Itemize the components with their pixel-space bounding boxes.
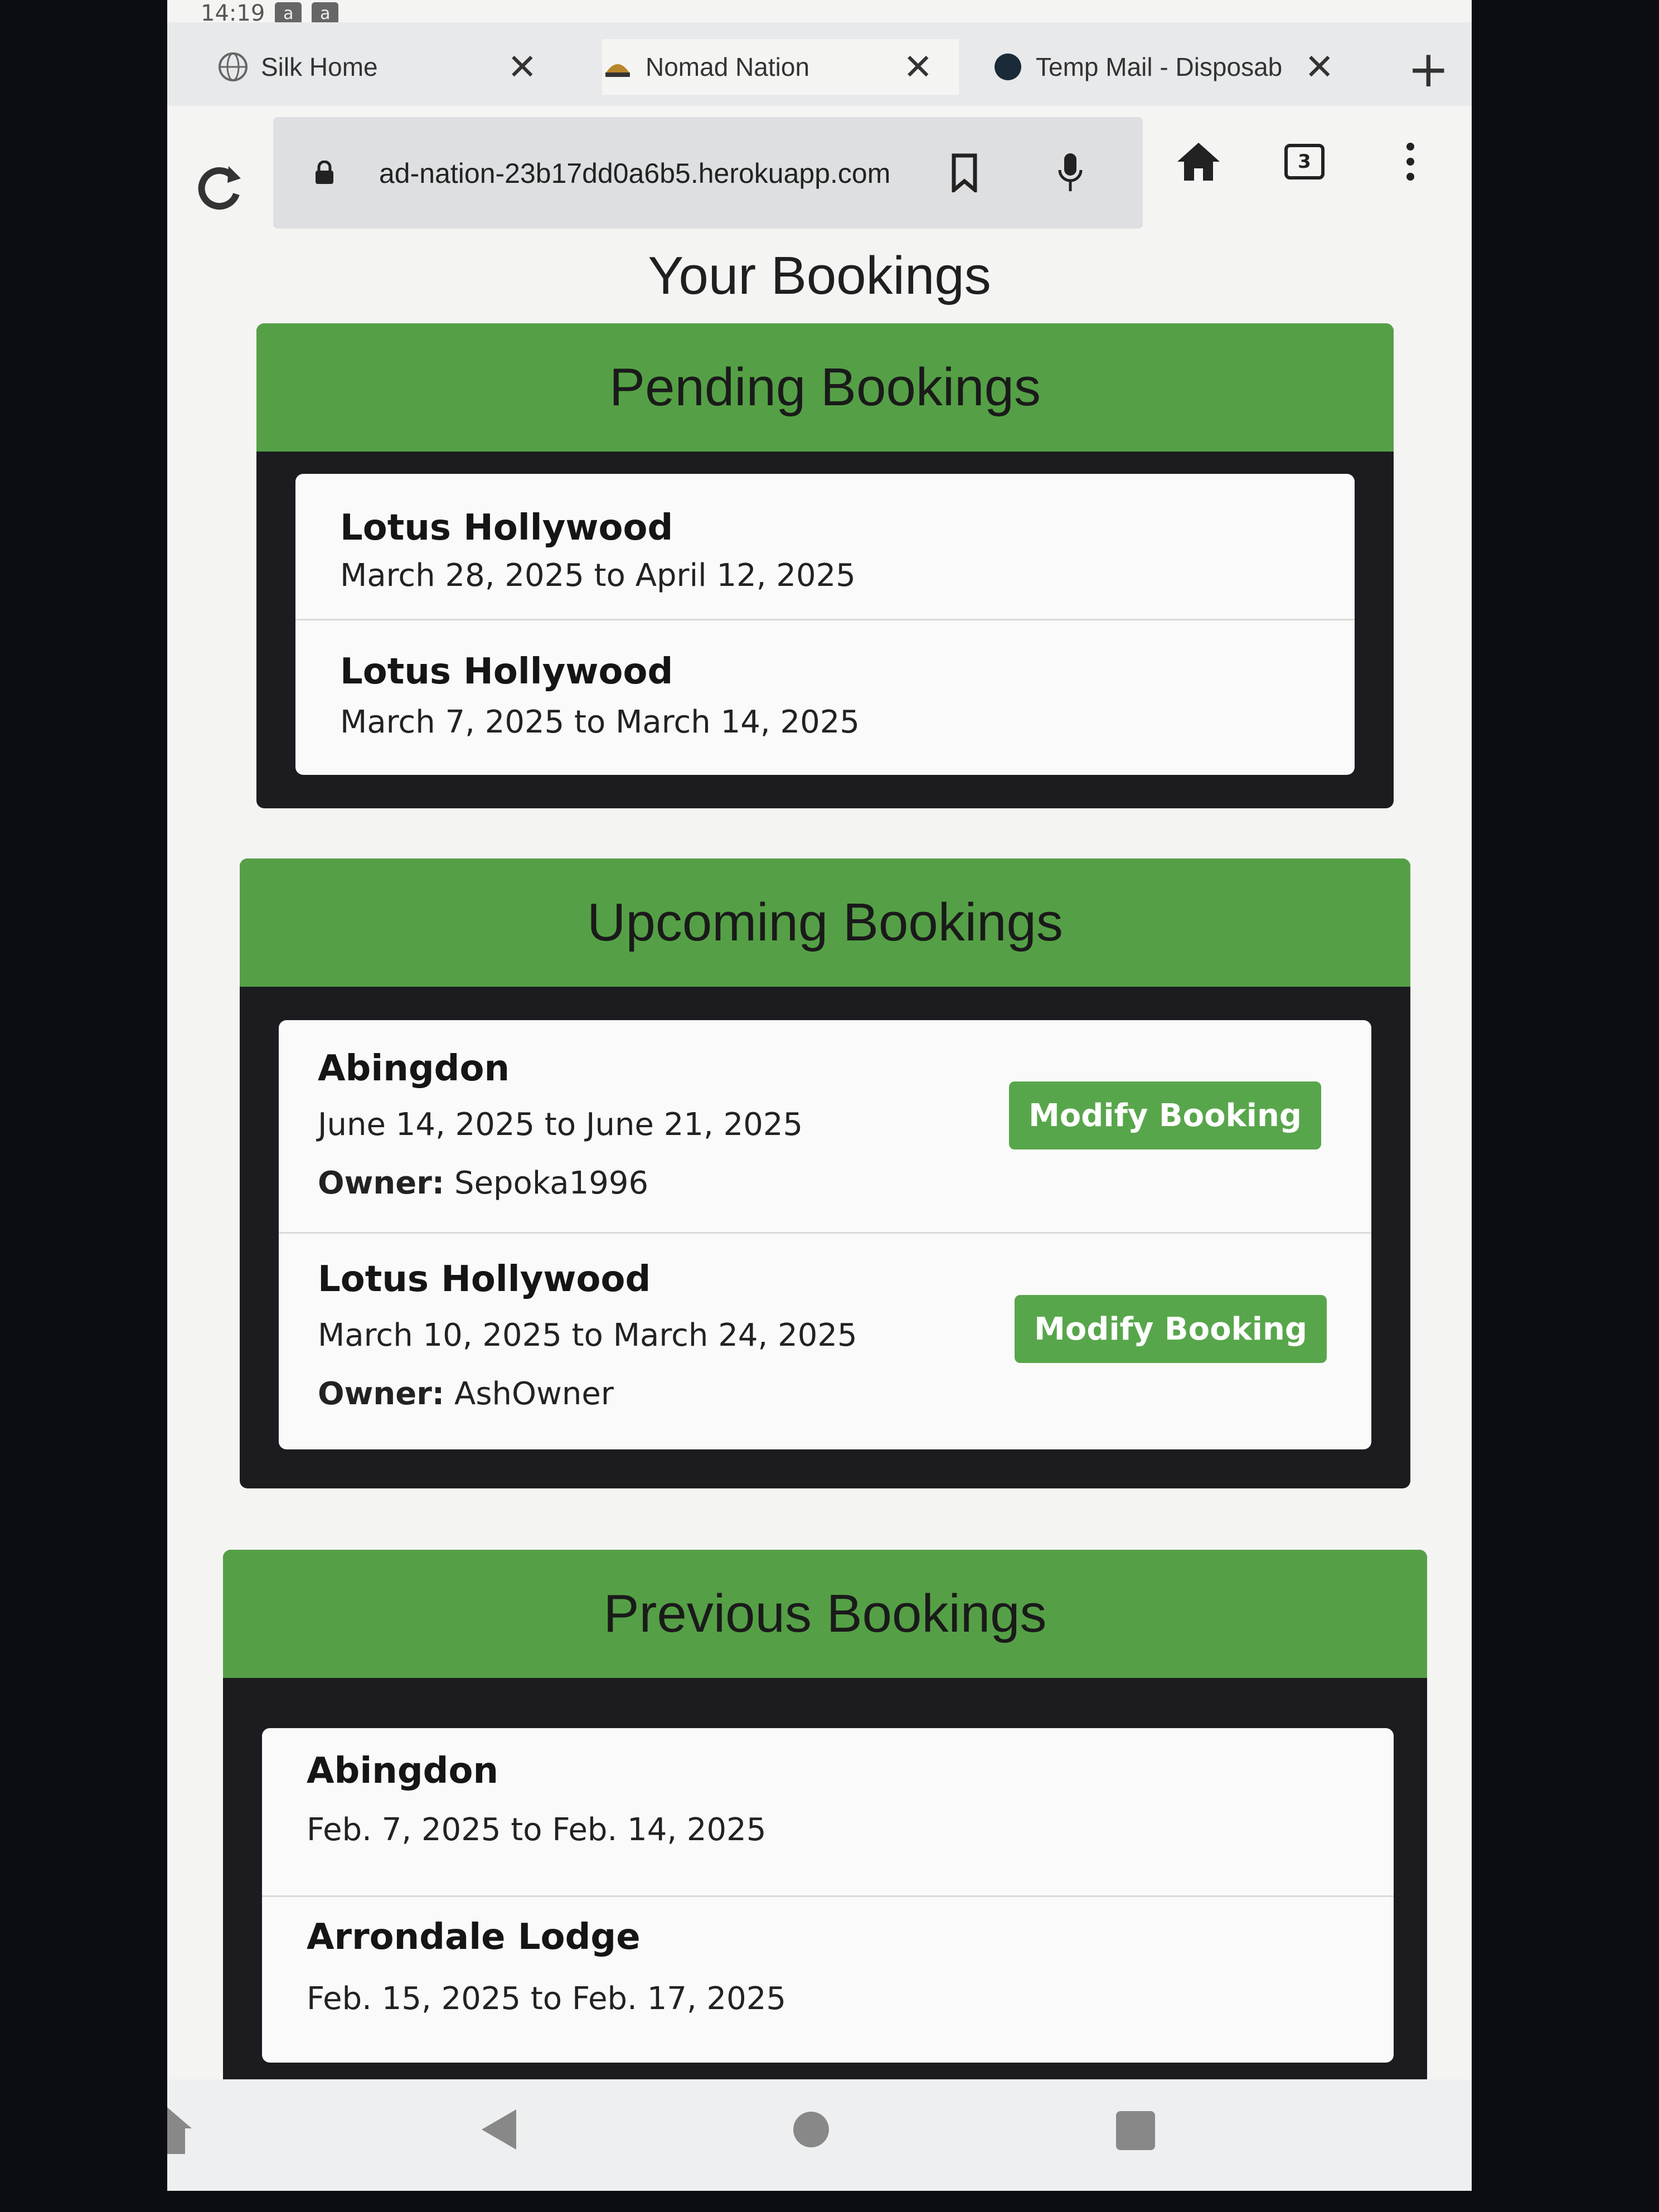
booking-dates: Feb. 7, 2025 to Feb. 14, 2025: [307, 1812, 767, 1848]
owner-name: AshOwner: [454, 1376, 614, 1412]
plus-icon[interactable]: +: [1408, 45, 1449, 95]
close-icon[interactable]: ✕: [1304, 46, 1335, 88]
owner-line: Owner: AshOwner: [318, 1376, 614, 1412]
booking-dates: March 10, 2025 to March 24, 2025: [318, 1317, 857, 1354]
list-item[interactable]: Lotus Hollywood March 28, 2025 to April …: [295, 474, 1355, 619]
modify-booking-button[interactable]: Modify Booking: [1009, 1081, 1321, 1149]
tabs-icon[interactable]: 3: [1282, 139, 1327, 184]
page-title: Your Bookings: [648, 246, 991, 305]
list-item: Lotus Hollywood March 10, 2025 to March …: [279, 1234, 1371, 1449]
device-screen: 14:19 a a Silk Home ✕ Nomad Nation ✕ Tem…: [167, 0, 1472, 2191]
browser-toolbar: ad-nation-23b17dd0a6b5.herokuapp.com 3: [167, 106, 1472, 245]
owner-label: Owner:: [318, 1165, 445, 1201]
tab-strip: Silk Home ✕ Nomad Nation ✕ Temp Mail - D…: [167, 22, 1472, 106]
globe-icon: [219, 52, 248, 81]
upcoming-bookings-section: Upcoming Bookings Abingdon June 14, 2025…: [240, 858, 1410, 1488]
reload-icon[interactable]: [195, 162, 245, 212]
list-item[interactable]: Lotus Hollywood March 7, 2025 to March 1…: [295, 620, 1355, 775]
tempmail-icon: [995, 54, 1021, 80]
silk-home-icon[interactable]: [167, 2102, 195, 2157]
owner-name: Sepoka1996: [454, 1165, 649, 1201]
nomad-icon: [605, 64, 630, 77]
tab-title: Nomad Nation: [646, 52, 810, 81]
address-bar[interactable]: ad-nation-23b17dd0a6b5.herokuapp.com: [273, 117, 1143, 229]
list-item[interactable]: Arrondale Lodge Feb. 15, 2025 to Feb. 17…: [262, 1897, 1394, 2063]
property-name: Lotus Hollywood: [340, 507, 673, 549]
section-header: Previous Bookings: [223, 1550, 1427, 1678]
system-nav-bar: [167, 2079, 1472, 2191]
close-icon[interactable]: ✕: [903, 46, 933, 88]
property-name: Arrondale Lodge: [307, 1917, 641, 1958]
property-name: Abingdon: [307, 1750, 498, 1792]
pending-bookings-section: Pending Bookings Lotus Hollywood March 2…: [256, 323, 1394, 808]
pending-bookings-list: Lotus Hollywood March 28, 2025 to April …: [295, 474, 1355, 775]
back-icon[interactable]: [479, 2107, 518, 2152]
property-name: Abingdon: [318, 1048, 510, 1089]
tab-title: Temp Mail - Disposab: [1036, 52, 1283, 81]
notification-badge: a: [275, 2, 302, 25]
booking-dates: June 14, 2025 to June 21, 2025: [318, 1107, 803, 1143]
tab-nomad-nation[interactable]: Nomad Nation ✕: [602, 39, 959, 95]
notification-badge: a: [312, 2, 339, 25]
booking-dates: March 28, 2025 to April 12, 2025: [340, 557, 856, 594]
booking-dates: Feb. 15, 2025 to Feb. 17, 2025: [307, 1981, 787, 2017]
list-item: Abingdon June 14, 2025 to June 21, 2025 …: [279, 1020, 1371, 1232]
booking-dates: March 7, 2025 to March 14, 2025: [340, 704, 860, 740]
section-header: Pending Bookings: [256, 323, 1394, 452]
home-icon[interactable]: [1176, 139, 1221, 184]
section-header: Upcoming Bookings: [240, 858, 1410, 987]
previous-bookings-section: Previous Bookings Abingdon Feb. 7, 2025 …: [223, 1550, 1427, 2096]
owner-line: Owner: Sepoka1996: [318, 1165, 648, 1201]
tab-temp-mail[interactable]: Temp Mail - Disposab ✕: [992, 39, 1349, 95]
previous-bookings-list: Abingdon Feb. 7, 2025 to Feb. 14, 2025 A…: [262, 1728, 1394, 2063]
lock-icon: [316, 161, 333, 184]
home-circle-icon[interactable]: [792, 2110, 831, 2149]
property-name: Lotus Hollywood: [340, 651, 673, 692]
list-item[interactable]: Abingdon Feb. 7, 2025 to Feb. 14, 2025: [262, 1728, 1394, 1895]
owner-label: Owner:: [318, 1376, 445, 1412]
tab-silk-home[interactable]: Silk Home ✕: [217, 39, 563, 95]
url-text: ad-nation-23b17dd0a6b5.herokuapp.com: [379, 158, 891, 189]
more-icon[interactable]: [1388, 139, 1433, 184]
property-name: Lotus Hollywood: [318, 1259, 651, 1300]
recents-icon[interactable]: [1115, 2110, 1156, 2151]
upcoming-bookings-list: Abingdon June 14, 2025 to June 21, 2025 …: [279, 1020, 1371, 1449]
close-icon[interactable]: ✕: [507, 46, 537, 88]
tab-title: Silk Home: [261, 52, 378, 81]
modify-booking-button[interactable]: Modify Booking: [1015, 1295, 1327, 1363]
bookmark-icon[interactable]: [942, 151, 987, 195]
mic-icon[interactable]: [1048, 151, 1093, 195]
